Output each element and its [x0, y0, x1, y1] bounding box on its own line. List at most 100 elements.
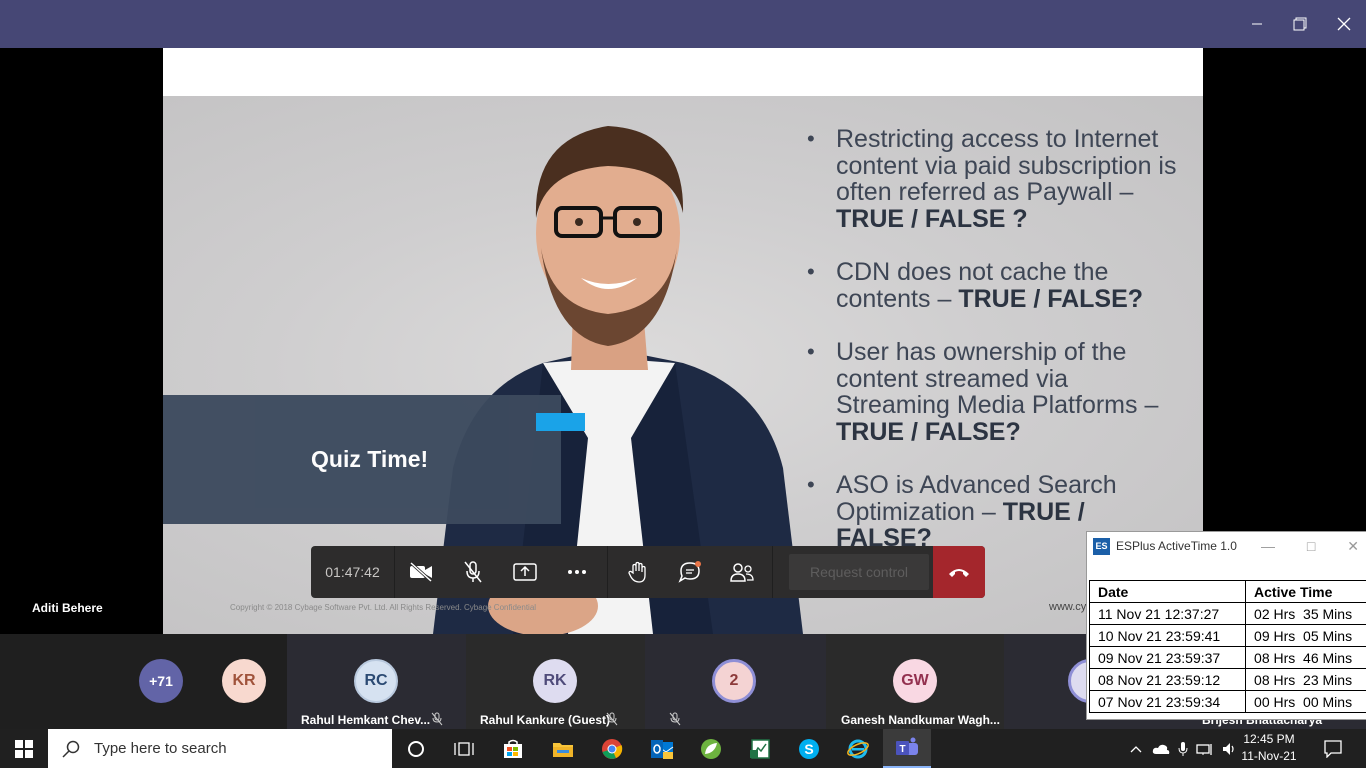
- avatar[interactable]: KR: [222, 659, 266, 703]
- bullet-item: • Restricting access to Internet content…: [803, 126, 1183, 232]
- outlook-button[interactable]: [638, 729, 686, 768]
- mic-off-icon: [669, 712, 681, 726]
- taskbar-clock[interactable]: 12:45 PM 11-Nov-21: [1240, 731, 1298, 765]
- hang-up-button[interactable]: [933, 546, 985, 598]
- bullet-dot: •: [807, 472, 815, 497]
- file-explorer-icon: [553, 742, 573, 757]
- bullet-dot: •: [807, 259, 815, 284]
- close-button[interactable]: [1321, 0, 1366, 48]
- task-view-icon: [454, 741, 474, 756]
- participant-name: Ganesh Nandkumar Wagh...: [841, 713, 1000, 727]
- bullet-item: • User has ownership of the content stre…: [803, 339, 1183, 445]
- bullet-answer: TRUE / FALSE?: [958, 284, 1144, 313]
- microphone-icon[interactable]: [1178, 741, 1188, 757]
- date-cell: 09 Nov 21 23:59:37: [1088, 646, 1247, 669]
- date-cell: 10 Nov 21 23:59:41: [1088, 624, 1247, 647]
- bullet-item: • CDN does not cache the contents – TRUE…: [803, 259, 1183, 312]
- quiz-title: Quiz Time!: [311, 446, 429, 472]
- teams-button[interactable]: T: [883, 729, 931, 768]
- more-actions-button[interactable]: [551, 546, 603, 598]
- cortana-button[interactable]: [392, 729, 440, 768]
- close-icon: [1337, 17, 1351, 31]
- participant-name: Rahul Hemkant Chev...: [301, 713, 431, 727]
- svg-text:T: T: [899, 744, 905, 755]
- esplus-minimize-icon[interactable]: —: [1261, 538, 1275, 555]
- table-row: 09 Nov 21 23:59:37 08 Hrs 46 Mins: [1088, 646, 1366, 669]
- bullet-dot: •: [807, 339, 815, 364]
- participant-tile[interactable]: RK Rahul Kankure (Guest): [466, 634, 645, 729]
- esplus-activetime-window: ES ESPlus ActiveTime 1.0 — □ ✕ Date Acti…: [1086, 531, 1366, 720]
- active-time-cell: 09 Hrs 05 Mins: [1245, 624, 1366, 647]
- mic-off-icon: [606, 712, 618, 726]
- table-row: 10 Nov 21 23:59:41 09 Hrs 05 Mins: [1088, 624, 1366, 647]
- esplus-app-icon: ES: [1093, 537, 1110, 555]
- esplus-title: ESPlus ActiveTime 1.0: [1116, 539, 1237, 553]
- notification-icon: [1324, 739, 1342, 758]
- participant-tile[interactable]: GW Ganesh Nandkumar Wagh...: [826, 634, 1004, 729]
- chat-button[interactable]: [664, 546, 716, 598]
- camera-toggle-button[interactable]: [395, 546, 447, 598]
- windows-logo-icon: [15, 739, 33, 758]
- esplus-maximize-icon[interactable]: □: [1307, 538, 1315, 555]
- store-button[interactable]: [489, 729, 537, 768]
- slide-bullet-list: • Restricting access to Internet content…: [803, 126, 1183, 579]
- chrome-button[interactable]: [588, 729, 636, 768]
- table-header-row: Date Active Time: [1088, 580, 1366, 603]
- taskbar-search-box[interactable]: Type here to search: [48, 729, 392, 768]
- participants-button[interactable]: [716, 546, 768, 598]
- onedrive-icon[interactable]: [1152, 743, 1170, 755]
- bullet-dot: •: [807, 126, 815, 151]
- active-time-cell: 08 Hrs 46 Mins: [1245, 646, 1366, 669]
- raise-hand-button[interactable]: [612, 546, 664, 598]
- teams-icon: T: [896, 737, 918, 755]
- mic-off-icon: [464, 561, 482, 583]
- share-screen-icon: [513, 563, 537, 581]
- presenter-name: Aditi Behere: [32, 601, 103, 615]
- esplus-title-bar: ES ESPlus ActiveTime 1.0 — □ ✕: [1087, 532, 1366, 560]
- quiz-title-box: Quiz Time!: [163, 395, 561, 524]
- start-button[interactable]: [0, 729, 48, 768]
- request-control-button[interactable]: Request control: [789, 554, 929, 590]
- mic-off-icon: [431, 712, 443, 726]
- skype-button[interactable]: S: [785, 729, 833, 768]
- date-cell: 08 Nov 21 23:59:12: [1088, 668, 1247, 691]
- avatar: RC: [354, 659, 398, 703]
- bullet-answer: TRUE / FALSE ?: [836, 204, 1028, 233]
- spring-icon: [701, 738, 721, 759]
- search-placeholder: Type here to search: [94, 740, 227, 757]
- svg-text:S: S: [804, 741, 813, 757]
- internet-explorer-button[interactable]: [834, 729, 882, 768]
- active-time-cell: 08 Hrs 23 Mins: [1245, 668, 1366, 691]
- quiz-accent-bar: [536, 413, 585, 431]
- active-time-table: Date Active Time 11 Nov 21 12:37:27 02 H…: [1088, 580, 1366, 713]
- minimize-button[interactable]: [1234, 0, 1280, 48]
- avatar: 2: [712, 659, 756, 703]
- chevron-up-icon[interactable]: [1130, 745, 1142, 753]
- store-icon: [504, 739, 522, 758]
- share-screen-button[interactable]: [499, 546, 551, 598]
- outlook-icon: [651, 739, 674, 759]
- action-center-button[interactable]: [1310, 729, 1356, 768]
- excel-button[interactable]: [736, 729, 784, 768]
- network-icon[interactable]: [1196, 742, 1214, 756]
- participant-tile[interactable]: RC Rahul Hemkant Chev...: [287, 634, 466, 729]
- overflow-count-badge[interactable]: +71: [139, 659, 183, 703]
- mic-toggle-button[interactable]: [447, 546, 499, 598]
- controls-divider: [607, 546, 608, 598]
- esplus-close-icon[interactable]: ✕: [1347, 538, 1359, 555]
- call-timer: 01:47:42: [311, 546, 395, 598]
- search-icon: [62, 740, 80, 758]
- participant-tile-overflow: +71 KR: [0, 634, 287, 729]
- volume-icon[interactable]: [1222, 742, 1238, 756]
- raise-hand-icon: [628, 561, 646, 583]
- maximize-button[interactable]: [1277, 0, 1323, 48]
- participant-tile[interactable]: 2: [645, 634, 826, 729]
- spring-button[interactable]: [687, 729, 735, 768]
- task-view-button[interactable]: [440, 729, 488, 768]
- camera-off-icon: [409, 562, 433, 582]
- date-cell: 07 Nov 21 23:59:34: [1088, 690, 1247, 713]
- column-header-active-time: Active Time: [1245, 580, 1366, 603]
- file-explorer-button[interactable]: [539, 729, 587, 768]
- chat-icon: [678, 561, 701, 583]
- slide-header-band: [163, 48, 1203, 96]
